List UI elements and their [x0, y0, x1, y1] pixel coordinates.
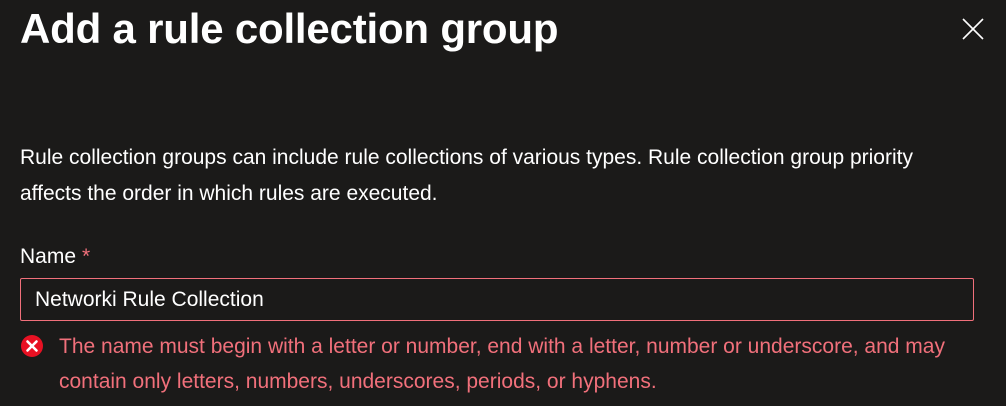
add-rule-collection-group-panel: Add a rule collection group Rule collect… — [0, 0, 1006, 406]
close-button[interactable] — [954, 10, 992, 48]
name-input[interactable] — [20, 278, 974, 321]
name-label-text: Name — [20, 245, 77, 268]
close-icon — [962, 18, 984, 40]
required-marker: * — [82, 245, 91, 268]
name-field-label: Name * — [20, 242, 90, 272]
panel-description: Rule collection groups can include rule … — [20, 146, 913, 205]
name-error-message: The name must begin with a letter or num… — [20, 330, 980, 399]
panel-title: Add a rule collection group — [20, 5, 559, 52]
error-text: The name must begin with a letter or num… — [59, 335, 945, 393]
error-circle-icon — [21, 335, 43, 357]
